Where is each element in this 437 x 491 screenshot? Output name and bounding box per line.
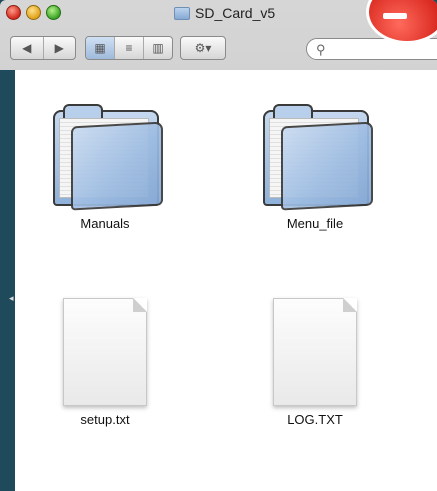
item-label: LOG.TXT xyxy=(287,412,343,427)
badge-bar xyxy=(383,13,407,19)
back-button[interactable]: ◀ xyxy=(11,37,43,59)
item-label: Menu_file xyxy=(286,216,344,231)
finder-window: SD_Card_v5 ◀ ▶ ▦ ≡ ▥ ⚙▾ ⚲ ◂ Manuals Menu… xyxy=(0,0,437,491)
folder-icon xyxy=(45,100,165,211)
forward-arrow-icon: ▶ xyxy=(54,41,64,55)
list-icon: ≡ xyxy=(125,41,133,55)
item-label: Manuals xyxy=(80,216,130,231)
item-manuals[interactable]: Manuals xyxy=(25,100,185,231)
window-title-text: SD_Card_v5 xyxy=(195,5,276,21)
item-label: setup.txt xyxy=(80,412,130,427)
text-document-icon xyxy=(273,298,357,406)
item-menu-file[interactable]: Menu_file xyxy=(235,100,395,231)
folder-icon xyxy=(174,6,190,20)
resize-handle-icon[interactable]: ◂ xyxy=(9,293,14,303)
close-button[interactable] xyxy=(6,5,21,20)
text-document-icon xyxy=(63,298,147,406)
item-log-txt[interactable]: LOG.TXT xyxy=(235,298,395,427)
action-menu-button[interactable]: ⚙▾ xyxy=(180,36,226,60)
folder-icon xyxy=(255,100,375,211)
zoom-button[interactable] xyxy=(46,5,61,20)
view-mode-buttons: ▦ ≡ ▥ xyxy=(85,36,173,60)
window-title: SD_Card_v5 xyxy=(174,4,275,22)
navigation-buttons: ◀ ▶ xyxy=(10,36,76,60)
page-fold xyxy=(343,298,357,312)
back-arrow-icon: ◀ xyxy=(22,41,32,55)
grid-icon: ▦ xyxy=(94,41,106,55)
item-setup-txt[interactable]: setup.txt xyxy=(25,298,185,427)
forward-button[interactable]: ▶ xyxy=(42,37,76,59)
sidebar-edge: ◂ xyxy=(0,70,15,491)
icon-view-button[interactable]: ▦ xyxy=(86,37,114,59)
search-icon: ⚲ xyxy=(316,42,326,57)
columns-icon: ▥ xyxy=(152,41,164,55)
page-fold xyxy=(133,298,147,312)
column-view-button[interactable]: ▥ xyxy=(143,37,172,59)
minimize-button[interactable] xyxy=(26,5,41,20)
file-browser-area: Manuals Menu_file setup.txt LOG.TXT xyxy=(15,70,437,491)
list-view-button[interactable]: ≡ xyxy=(114,37,143,59)
gear-icon: ⚙▾ xyxy=(194,41,212,55)
toolbar: ◀ ▶ ▦ ≡ ▥ ⚙▾ ⚲ xyxy=(0,26,437,70)
folder-front xyxy=(71,121,163,211)
folder-front xyxy=(281,121,373,211)
